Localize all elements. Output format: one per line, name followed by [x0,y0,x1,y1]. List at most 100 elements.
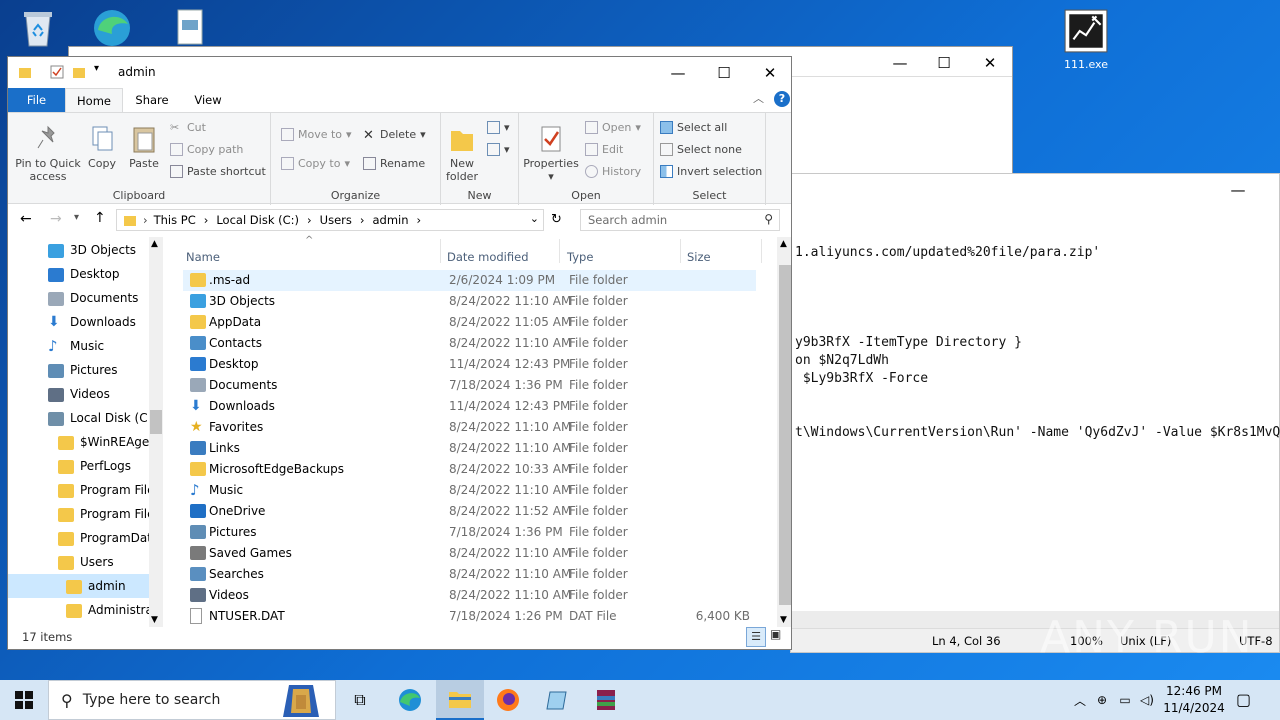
help-icon[interactable]: ? [774,91,790,107]
file-row[interactable]: ⬇ Downloads 11/4/2024 12:43 PM File folder [183,396,756,417]
easy-access-button[interactable]: ▾ [487,143,510,156]
nav-item[interactable]: Administrat [8,598,149,622]
minimize-button[interactable]: — [655,57,701,88]
file-row[interactable]: AppData 8/24/2022 11:05 AM File folder [183,312,756,333]
file-row[interactable]: Videos 8/24/2022 11:10 AM File folder [183,585,756,606]
start-button[interactable] [0,680,48,720]
file-row[interactable]: Contacts 8/24/2022 11:10 AM File folder [183,333,756,354]
recent-locations-chevron-icon[interactable]: ▾ [74,212,79,223]
copy-button[interactable]: Copy [84,123,120,170]
file-list-scrollbar[interactable]: ▲ ▼ [777,237,791,627]
breadcrumb-local-disk[interactable]: Local Disk (C:) [216,213,299,227]
rename-button[interactable]: Rename [363,157,425,170]
file-explorer-taskbar-button[interactable] [436,680,484,720]
file-row[interactable]: Pictures 7/18/2024 1:36 PM File folder [183,522,756,543]
address-dropdown-icon[interactable]: ⌄ [530,212,539,225]
notepad-text-area[interactable]: 1.aliyuncs.com/updated%20file/para.zip' y… [795,244,1280,442]
pin-to-quick-access-button[interactable]: Pin to Quick access [14,123,82,183]
tab-file[interactable]: File [8,88,65,112]
file-row[interactable]: 3D Objects 8/24/2022 11:10 AM File folder [183,291,756,312]
file-row[interactable]: NTUSER.DAT 7/18/2024 1:26 PM DAT File 6,400… [183,606,756,627]
copy-path-button[interactable]: Copy path [170,143,243,156]
nav-item[interactable]: Local Disk (C:) [8,406,149,430]
nav-item[interactable]: Videos [8,382,149,406]
select-none-button[interactable]: Select none [660,143,742,156]
nav-item[interactable]: Desktop [8,262,149,286]
new-folder-button[interactable]: New folder [443,123,481,183]
nav-item[interactable]: Program Files [8,478,149,502]
delete-button[interactable]: ✕ Delete ▾ [363,128,426,143]
invert-selection-button[interactable]: Invert selection [660,165,762,178]
forward-arrow-icon[interactable]: → [50,211,62,227]
history-button[interactable]: History [585,165,641,178]
task-view-button[interactable]: ⧉ [336,680,384,720]
column-type[interactable]: Type [567,250,593,270]
tab-home[interactable]: Home [65,88,123,113]
breadcrumb-admin[interactable]: admin [372,213,408,227]
file-row[interactable]: Saved Games 8/24/2022 11:10 AM File folder [183,543,756,564]
exe-file-icon[interactable]: 111.exe [1056,8,1116,71]
breadcrumb-this-pc[interactable]: This PC [154,213,196,227]
nav-item[interactable]: ProgramData [8,526,149,550]
maximize-button[interactable]: ☐ [701,57,747,88]
file-explorer-window[interactable]: ▾ admin — ☐ ✕ File Home Share View ︿ ? P… [7,56,792,650]
file-row[interactable]: MicrosoftEdgeBackups 8/24/2022 10:33 AM Fi… [183,459,756,480]
network-device-icon[interactable]: ⊕ [1090,693,1114,707]
file-row[interactable]: Desktop 11/4/2024 12:43 PM File folder [183,354,756,375]
chevron-up-icon[interactable]: ︿ [753,90,764,106]
tab-share[interactable]: Share [126,88,178,112]
maximize-button[interactable]: ☐ [921,47,967,78]
nav-item[interactable]: admin [8,574,149,598]
file-row[interactable]: ★ Favorites 8/24/2022 11:10 AM File folder [183,417,756,438]
address-bar[interactable]: › This PC › Local Disk (C:) › Users › admin… [116,209,544,231]
nav-item[interactable]: ♪ Music [8,334,149,358]
chevron-down-icon[interactable]: ▾ [94,63,99,74]
notepad-window[interactable]: — 1.aliyuncs.com/updated%20file/para.zip… [790,173,1280,653]
notepad-taskbar-button[interactable] [533,680,581,720]
edge-desktop-icon[interactable] [82,4,142,52]
details-view-icon[interactable]: ☰ [746,627,766,647]
winrar-taskbar-button[interactable] [582,680,630,720]
file-row[interactable]: Searches 8/24/2022 11:10 AM File folder [183,564,756,585]
paste-shortcut-button[interactable]: Paste shortcut [170,165,266,178]
nav-item[interactable]: $WinREAgent [8,430,149,454]
file-row[interactable]: ♪ Music 8/24/2022 11:10 AM File folder [183,480,756,501]
paste-button[interactable]: Paste [126,123,162,170]
file-row[interactable]: .ms-ad 2/6/2024 1:09 PM File folder [183,270,756,291]
tab-view[interactable]: View [182,88,234,112]
file-row[interactable]: Documents 7/18/2024 1:36 PM File folder [183,375,756,396]
recycle-bin-icon[interactable] [8,6,68,54]
properties-button[interactable]: Properties ▾ [523,123,579,183]
nav-item[interactable]: 3D Objects [8,238,149,262]
file-list[interactable]: Name ^ Date modified Type Size .ms-ad 2/6… [178,235,778,627]
notepad-minimize-button[interactable]: — [1215,174,1261,205]
navigation-pane[interactable]: 3D Objects Desktop Documents ⬇ Downloads ♪ Mus… [8,237,166,627]
file-row[interactable]: Links 8/24/2022 11:10 AM File folder [183,438,756,459]
move-to-button[interactable]: Move to ▾ [281,128,352,141]
column-size[interactable]: Size [687,250,711,270]
open-button[interactable]: Open ▾ [585,121,641,134]
nav-item[interactable]: Program Files [8,502,149,526]
edit-button[interactable]: Edit [585,143,623,156]
new-folder-icon[interactable] [72,65,86,79]
column-name[interactable]: Name [186,250,220,270]
column-date-modified[interactable]: Date modified [447,250,529,270]
close-button[interactable]: ✕ [747,57,791,88]
close-button[interactable]: ✕ [967,47,1013,78]
breadcrumb-users[interactable]: Users [320,213,352,227]
volume-icon[interactable]: ◁) [1136,693,1158,707]
copy-to-button[interactable]: Copy to ▾ [281,157,350,170]
edge-taskbar-button[interactable] [386,680,434,720]
up-arrow-icon[interactable]: ↑ [94,210,106,226]
refresh-icon[interactable]: ↻ [551,212,562,227]
nav-item[interactable]: ⬇ Downloads [8,310,149,334]
nav-item[interactable]: Users [8,550,149,574]
taskbar-search-input[interactable]: ⚲ Type here to search [48,680,336,720]
select-all-button[interactable]: Select all [660,121,727,134]
nav-item[interactable]: PerfLogs [8,454,149,478]
network-icon[interactable]: ▭ [1114,693,1136,707]
properties-icon[interactable] [50,65,64,79]
nav-scrollbar[interactable]: ▲ ▼ [149,237,163,627]
file-row[interactable]: OneDrive 8/24/2022 11:52 AM File folder [183,501,756,522]
large-icons-view-icon[interactable]: ▣ [770,627,781,641]
